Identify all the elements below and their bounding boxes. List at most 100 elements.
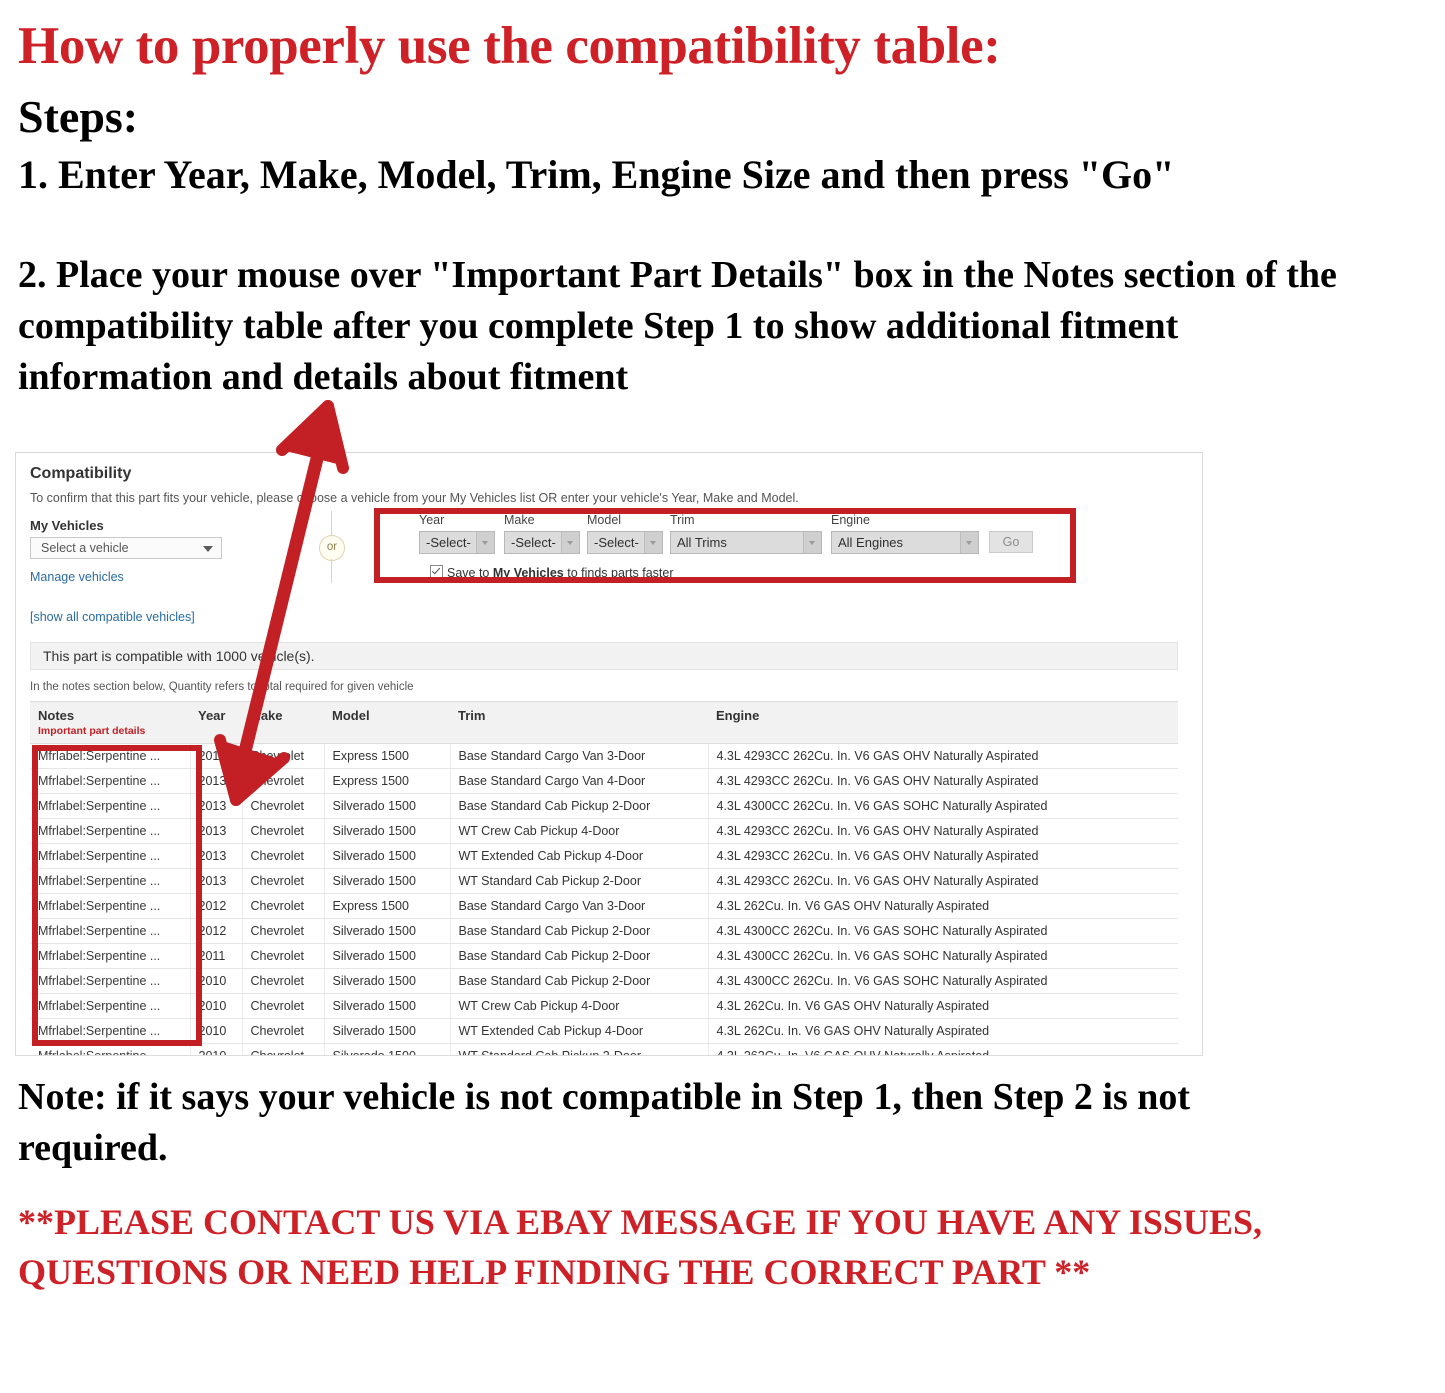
cell-notes[interactable]: Mfrlabel:Serpentine ... bbox=[30, 968, 191, 994]
cell-notes[interactable]: Mfrlabel:Serpentine ... bbox=[30, 943, 191, 969]
cell-make: Chevrolet bbox=[242, 1043, 325, 1055]
cell-model: Silverado 1500 bbox=[324, 1043, 451, 1055]
step-one-text: 1. Enter Year, Make, Model, Trim, Engine… bbox=[18, 152, 1175, 197]
cell-notes[interactable]: Mfrlabel:Serpentine ... bbox=[30, 893, 191, 919]
table-row: Mfrlabel:Serpentine ... 2013 Chevrolet Silv… bbox=[30, 843, 1178, 869]
cell-trim: Base Standard Cab Pickup 2-Door bbox=[450, 793, 709, 819]
column-header-make[interactable]: Make bbox=[242, 701, 324, 744]
cell-engine: 4.3L 4293CC 262Cu. In. V6 GAS OHV Natura… bbox=[708, 743, 1178, 769]
show-all-compatible-vehicles-link[interactable]: [show all compatible vehicles] bbox=[30, 610, 195, 624]
cell-year: 2011 bbox=[190, 943, 243, 969]
cell-trim: WT Extended Cab Pickup 4-Door bbox=[450, 843, 709, 869]
table-row: Mfrlabel:Serpentine ... 2013 Chevrolet Silv… bbox=[30, 818, 1178, 844]
cell-model: Silverado 1500 bbox=[324, 868, 451, 894]
column-header-notes[interactable]: Notes Important part details bbox=[30, 701, 190, 744]
cell-year: 2012 bbox=[190, 893, 243, 919]
cell-make: Chevrolet bbox=[242, 768, 325, 794]
cell-make: Chevrolet bbox=[242, 918, 325, 944]
table-row: Mfrlabel:Serpentine ... 2010 Chevrolet Silv… bbox=[30, 993, 1178, 1019]
my-vehicles-label: My Vehicles bbox=[30, 518, 104, 533]
cell-trim: Base Standard Cargo Van 4-Door bbox=[450, 768, 709, 794]
cell-engine: 4.3L 262Cu. In. V6 GAS OHV Naturally Asp… bbox=[708, 993, 1178, 1019]
cell-engine: 4.3L 4300CC 262Cu. In. V6 GAS SOHC Natur… bbox=[708, 943, 1178, 969]
table-row: Mfrlabel:Serpentine ... 2010 Chevrolet Silv… bbox=[30, 1043, 1178, 1055]
column-header-engine[interactable]: Engine bbox=[708, 701, 1178, 744]
step-two-text: 2. Place your mouse over "Important Part… bbox=[18, 254, 1337, 398]
cell-notes[interactable]: Mfrlabel:Serpentine ... bbox=[30, 993, 191, 1019]
cell-year: 2013 bbox=[190, 818, 243, 844]
cell-year: 2010 bbox=[190, 1043, 243, 1055]
column-header-model[interactable]: Model bbox=[324, 701, 450, 744]
notes-header-label: Notes bbox=[38, 708, 75, 723]
cell-year: 2010 bbox=[190, 993, 243, 1019]
cell-engine: 4.3L 262Cu. In. V6 GAS OHV Naturally Asp… bbox=[708, 1018, 1178, 1044]
manage-vehicles-link[interactable]: Manage vehicles bbox=[30, 570, 124, 584]
table-row: Mfrlabel:Serpentine ... 2013 Chevrolet Expr… bbox=[30, 743, 1178, 769]
cell-trim: WT Extended Cab Pickup 4-Door bbox=[450, 1018, 709, 1044]
cell-notes[interactable]: Mfrlabel:Serpentine ... bbox=[30, 868, 191, 894]
cell-model: Silverado 1500 bbox=[324, 1018, 451, 1044]
cell-engine: 4.3L 4293CC 262Cu. In. V6 GAS OHV Natura… bbox=[708, 768, 1178, 794]
column-header-trim[interactable]: Trim bbox=[450, 701, 708, 744]
my-vehicles-dropdown[interactable]: Select a vehicle bbox=[30, 537, 222, 559]
cell-trim: WT Standard Cab Pickup 2-Door bbox=[450, 868, 709, 894]
cell-make: Chevrolet bbox=[242, 868, 325, 894]
cell-make: Chevrolet bbox=[242, 793, 325, 819]
cell-trim: Base Standard Cab Pickup 2-Door bbox=[450, 968, 709, 994]
table-header-row: Notes Important part details Year Make M… bbox=[30, 701, 1178, 744]
cell-make: Chevrolet bbox=[242, 743, 325, 769]
my-vehicles-dropdown-value: Select a vehicle bbox=[41, 541, 129, 555]
or-badge: or bbox=[319, 535, 345, 561]
cell-engine: 4.3L 4293CC 262Cu. In. V6 GAS OHV Natura… bbox=[708, 843, 1178, 869]
cell-notes[interactable]: Mfrlabel:Serpentine ... bbox=[30, 843, 191, 869]
or-divider: or bbox=[314, 511, 348, 583]
cell-year: 2013 bbox=[190, 743, 243, 769]
cell-notes[interactable]: Mfrlabel:Serpentine ... bbox=[30, 918, 191, 944]
cell-make: Chevrolet bbox=[242, 843, 325, 869]
cell-year: 2013 bbox=[190, 768, 243, 794]
cell-notes[interactable]: Mfrlabel:Serpentine ... bbox=[30, 1043, 191, 1055]
cell-model: Silverado 1500 bbox=[324, 843, 451, 869]
table-row: Mfrlabel:Serpentine ... 2013 Chevrolet Silv… bbox=[30, 793, 1178, 819]
cell-make: Chevrolet bbox=[242, 818, 325, 844]
cell-model: Express 1500 bbox=[324, 743, 451, 769]
cell-model: Silverado 1500 bbox=[324, 943, 451, 969]
cell-trim: Base Standard Cargo Van 3-Door bbox=[450, 893, 709, 919]
cell-model: Express 1500 bbox=[324, 768, 451, 794]
cell-notes[interactable]: Mfrlabel:Serpentine ... bbox=[30, 1018, 191, 1044]
cell-engine: 4.3L 4293CC 262Cu. In. V6 GAS OHV Natura… bbox=[708, 868, 1178, 894]
table-row: Mfrlabel:Serpentine ... 2013 Chevrolet Expr… bbox=[30, 768, 1178, 794]
cell-trim: WT Standard Cab Pickup 2-Door bbox=[450, 1043, 709, 1055]
cell-year: 2013 bbox=[190, 793, 243, 819]
cell-engine: 4.3L 262Cu. In. V6 GAS OHV Naturally Asp… bbox=[708, 1043, 1178, 1055]
cell-trim: Base Standard Cargo Van 3-Door bbox=[450, 743, 709, 769]
cell-model: Express 1500 bbox=[324, 893, 451, 919]
cell-notes[interactable]: Mfrlabel:Serpentine ... bbox=[30, 743, 191, 769]
compatibility-banner: This part is compatible with 1000 vehicl… bbox=[30, 642, 1178, 670]
table-row: Mfrlabel:Serpentine ... 2012 Chevrolet Silv… bbox=[30, 918, 1178, 944]
steps-label: Steps: bbox=[18, 91, 139, 142]
divider-line-top bbox=[331, 511, 332, 535]
fitment-table-body: Mfrlabel:Serpentine ... 2013 Chevrolet Expr… bbox=[30, 743, 1178, 1055]
cell-notes[interactable]: Mfrlabel:Serpentine ... bbox=[30, 793, 191, 819]
cell-engine: 4.3L 4300CC 262Cu. In. V6 GAS SOHC Natur… bbox=[708, 968, 1178, 994]
cell-model: Silverado 1500 bbox=[324, 968, 451, 994]
column-header-year[interactable]: Year bbox=[190, 701, 242, 744]
compatibility-subtitle: To confirm that this part fits your vehi… bbox=[30, 491, 799, 505]
cell-make: Chevrolet bbox=[242, 893, 325, 919]
table-row: Mfrlabel:Serpentine ... 2012 Chevrolet Expr… bbox=[30, 893, 1178, 919]
cell-trim: WT Crew Cab Pickup 4-Door bbox=[450, 993, 709, 1019]
cell-engine: 4.3L 4300CC 262Cu. In. V6 GAS SOHC Natur… bbox=[708, 918, 1178, 944]
chevron-down-icon bbox=[203, 546, 213, 552]
cell-engine: 4.3L 4300CC 262Cu. In. V6 GAS SOHC Natur… bbox=[708, 793, 1178, 819]
cell-trim: Base Standard Cab Pickup 2-Door bbox=[450, 918, 709, 944]
cell-make: Chevrolet bbox=[242, 993, 325, 1019]
cell-model: Silverado 1500 bbox=[324, 818, 451, 844]
cell-model: Silverado 1500 bbox=[324, 918, 451, 944]
cell-notes[interactable]: Mfrlabel:Serpentine ... bbox=[30, 768, 191, 794]
table-row: Mfrlabel:Serpentine ... 2010 Chevrolet Silv… bbox=[30, 968, 1178, 994]
cell-make: Chevrolet bbox=[242, 1018, 325, 1044]
cell-trim: Base Standard Cab Pickup 2-Door bbox=[450, 943, 709, 969]
cell-year: 2013 bbox=[190, 843, 243, 869]
cell-notes[interactable]: Mfrlabel:Serpentine ... bbox=[30, 818, 191, 844]
